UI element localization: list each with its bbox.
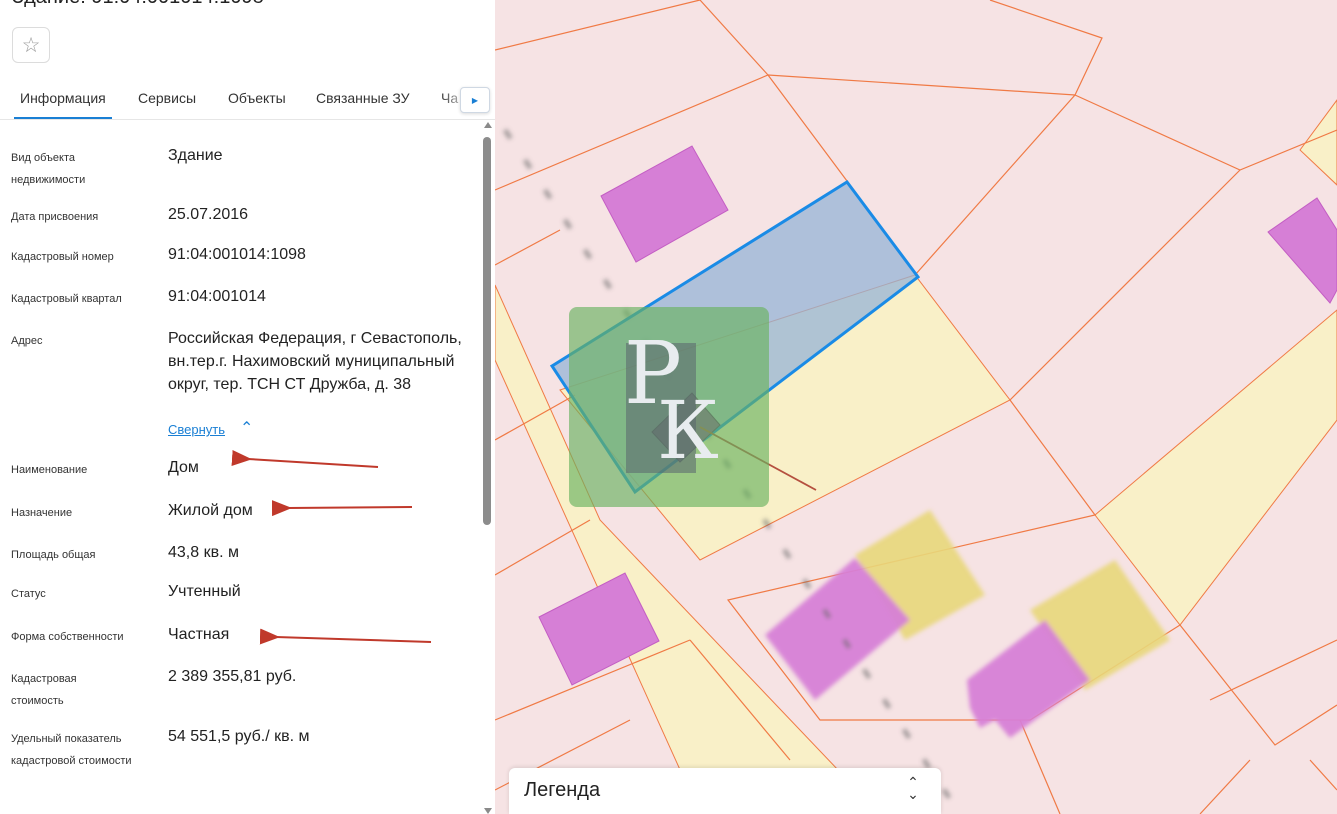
row-label: Статус: [11, 588, 46, 600]
star-outline-icon: ☆: [21, 33, 41, 57]
row-label: Адрес: [11, 335, 43, 347]
scroll-down-icon[interactable]: [484, 808, 492, 814]
watermark-logo: Р К: [569, 307, 769, 507]
row-value: 91:04:001014:1098: [168, 246, 306, 263]
watermark-letter-k: К: [657, 384, 719, 477]
row-label: Форма собственности: [11, 631, 124, 643]
expand-toggle-icon[interactable]: ⌃ ⌄: [905, 775, 921, 801]
row-label: Кадастровый квартал: [11, 293, 122, 305]
row-label: Удельный показатель кадастровой стоимост…: [11, 733, 132, 767]
row-value: Учтенный: [168, 583, 241, 600]
tab-information[interactable]: Информация: [14, 90, 112, 119]
row-label: Дата присвоения: [11, 211, 99, 223]
row-value: 2 389 355,81 руб.: [168, 668, 297, 685]
caret-right-icon: ▶: [471, 95, 479, 105]
row-label: Наименование: [11, 464, 88, 476]
row-value: 25.07.2016: [168, 206, 249, 223]
row-value: 91:04:001014: [168, 288, 266, 305]
legend-panel[interactable]: Легенда ⌃ ⌄: [509, 768, 941, 814]
collapse-link[interactable]: Свернуть: [168, 422, 225, 437]
favorite-button[interactable]: ☆: [12, 27, 50, 63]
row-value: Российская Федерация, г Севастополь, вн.…: [168, 330, 462, 393]
tabs-scroll-right-button[interactable]: ▶: [460, 87, 490, 113]
scroll-thumb[interactable]: [483, 137, 491, 525]
row-label: Площадь общая: [11, 549, 96, 561]
row-label: Вид объекта недвижимости: [11, 152, 86, 186]
row-value: 43,8 кв. м: [168, 544, 239, 561]
row-value: Частная: [168, 626, 230, 643]
row-label: Кадастровый номер: [11, 251, 114, 263]
tab-related-plots[interactable]: Связанные ЗУ: [316, 90, 410, 106]
panel-title: Здание: 91:04:001014:1098: [12, 0, 264, 9]
row-value: 54 551,5 руб./ кв. м: [168, 728, 310, 745]
tab-bar: Информация Сервисы Объекты Связанные ЗУ …: [0, 78, 495, 120]
row-label: Назначение: [11, 507, 73, 519]
tab-services[interactable]: Сервисы: [138, 90, 196, 106]
row-value: Дом: [168, 459, 199, 476]
panel-scrollbar[interactable]: [481, 122, 493, 814]
chevron-up-icon[interactable]: ⌃: [240, 418, 253, 438]
scroll-up-icon[interactable]: [484, 122, 492, 128]
row-value: Здание: [168, 147, 223, 164]
info-panel: Здание: 91:04:001014:1098 ☆ Информация С…: [0, 0, 495, 814]
legend-label: Легенда: [524, 779, 601, 801]
row-label: Кадастровая стоимость: [11, 673, 77, 707]
row-value: Жилой дом: [168, 502, 253, 519]
tab-objects[interactable]: Объекты: [228, 90, 286, 106]
